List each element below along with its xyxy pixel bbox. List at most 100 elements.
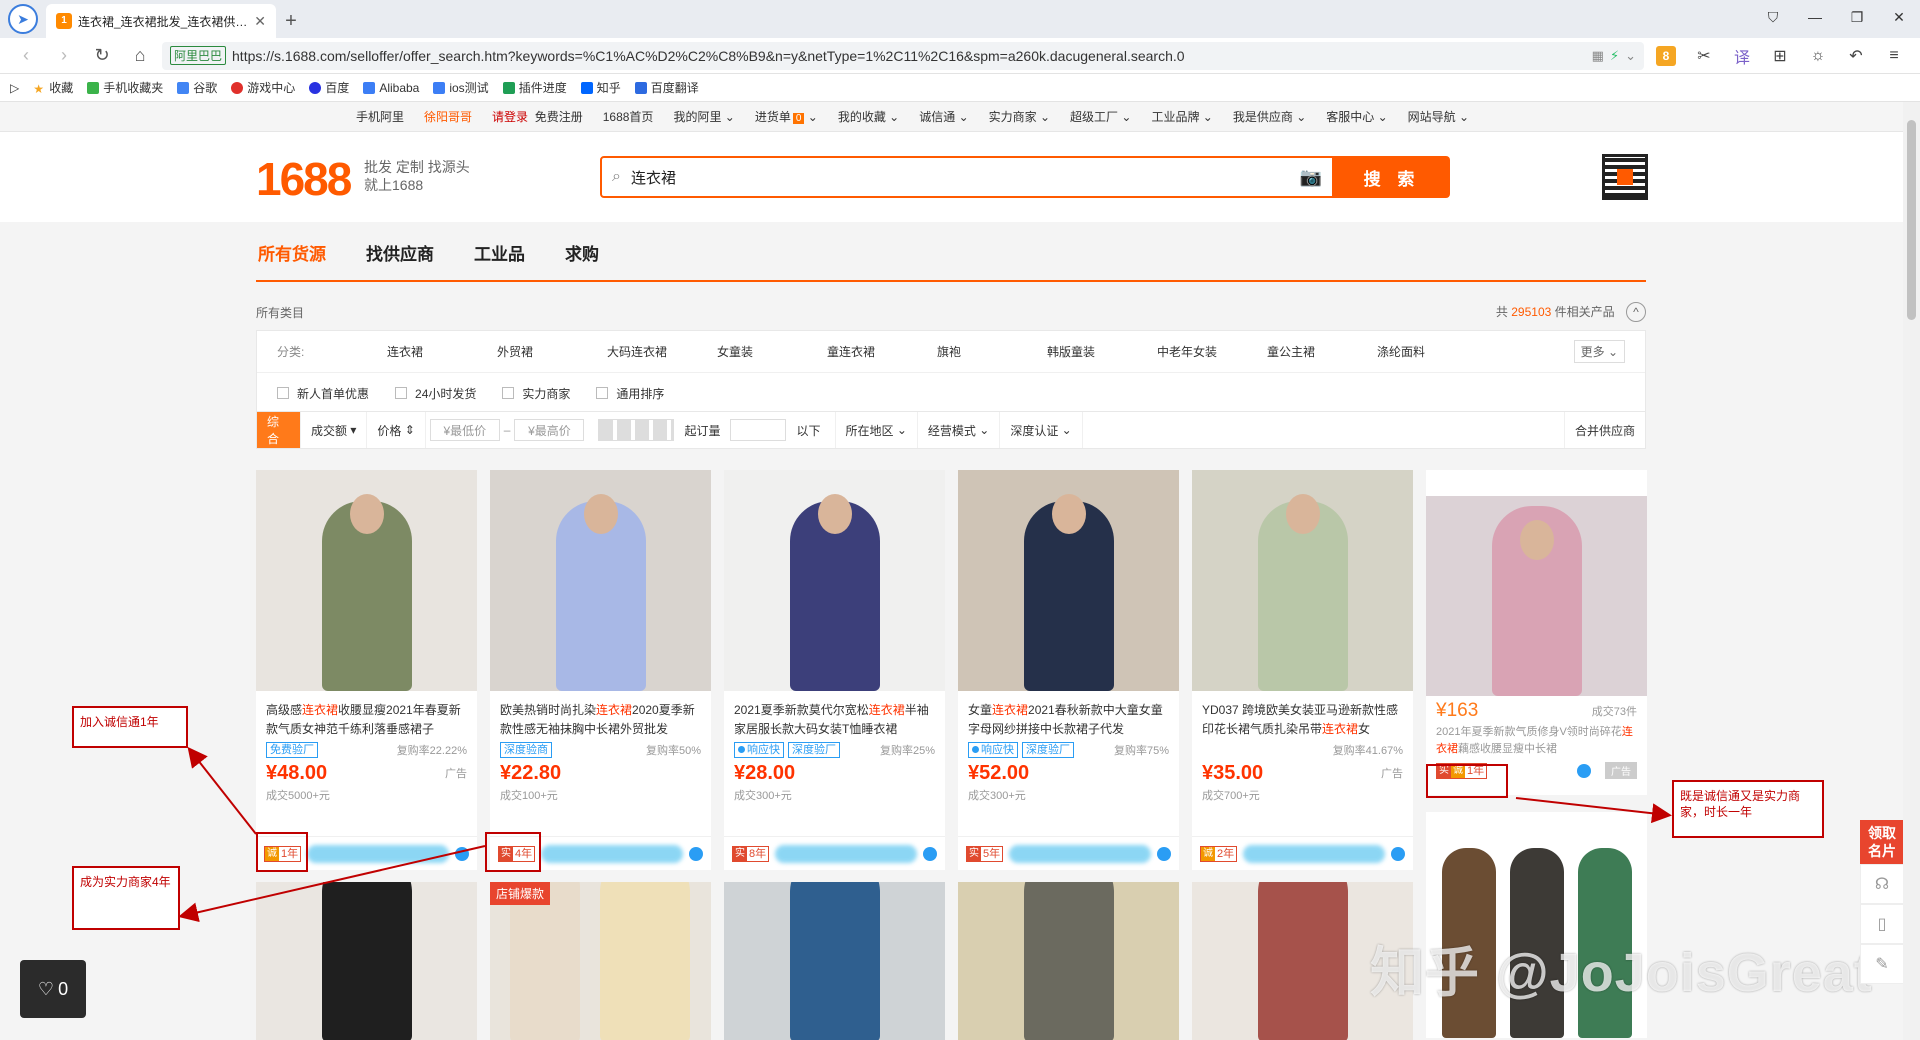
product-title[interactable]: 2021年夏季新款气质修身V领时尚碎花连衣裙藕感收腰显瘦中长裙 <box>1426 722 1647 758</box>
product-image[interactable] <box>256 882 477 1040</box>
category-item[interactable]: 童公主裙 <box>1267 343 1377 360</box>
headset-icon[interactable]: ☊ <box>1860 864 1904 904</box>
product-image[interactable] <box>724 470 945 691</box>
url-text[interactable]: https://s.1688.com/selloffer/offer_searc… <box>232 48 1586 64</box>
power-merchant-badge[interactable]: 实 5年 <box>966 845 1004 862</box>
like-button[interactable]: ♡ 0 <box>20 960 86 1018</box>
login-link[interactable]: 请登录 <box>492 110 528 124</box>
nav-chengxintong[interactable]: 诚信通 ⌄ <box>919 108 968 125</box>
nav-home[interactable]: 1688首页 <box>603 108 654 125</box>
checkbox-24h-ship[interactable]: 24小时发货 <box>395 385 476 402</box>
product-card[interactable] <box>724 882 945 1040</box>
tab-all-sources[interactable]: 所有货源 <box>256 240 328 265</box>
shirt-icon[interactable]: ⛉ <box>1752 0 1794 34</box>
sort-composite[interactable]: 综合 <box>257 412 301 448</box>
undo-icon[interactable]: ↶ <box>1840 41 1872 71</box>
product-card-ad[interactable]: ¥163 成交73件 2021年夏季新款气质修身V领时尚碎花连衣裙藕感收腰显瘦中长… <box>1426 470 1647 795</box>
product-title[interactable]: 高级感连衣裙收腰显瘦2021年春夏新款气质女神范千练利落垂感裙子 <box>256 691 477 739</box>
new-tab-button[interactable]: + <box>276 4 306 38</box>
nav-favorites[interactable]: 我的收藏 ⌄ <box>838 108 899 125</box>
mobile-ali-link[interactable]: 手机阿里 <box>356 108 404 125</box>
window-close-icon[interactable]: ✕ <box>1878 0 1920 34</box>
search-button[interactable]: 搜 索 <box>1334 156 1450 198</box>
bookmark-item[interactable]: 百度 <box>309 79 349 96</box>
bookmark-item[interactable]: 百度翻译 <box>634 79 699 96</box>
nav-supplier[interactable]: 我是供应商 ⌄ <box>1233 108 1306 125</box>
checkbox-general-sort[interactable]: 通用排序 <box>596 385 664 402</box>
nav-service[interactable]: 客服中心 ⌄ <box>1326 108 1387 125</box>
moq-input[interactable] <box>730 419 787 441</box>
bookmark-item[interactable]: 手机收藏夹 <box>87 79 163 96</box>
redacted-shop-name[interactable] <box>1009 844 1151 863</box>
product-card[interactable] <box>256 882 477 1040</box>
tab-industrial[interactable]: 工业品 <box>472 240 527 265</box>
phone-icon[interactable]: ▯ <box>1860 904 1904 944</box>
search-input[interactable] <box>630 168 1290 186</box>
redacted-shop-name[interactable] <box>775 844 917 863</box>
region-dropdown[interactable]: 所在地区 ⌄ <box>834 412 918 448</box>
back-icon[interactable]: ‹ <box>10 41 42 71</box>
wangwang-chat-icon[interactable] <box>1391 846 1405 861</box>
lightning-icon[interactable]: ⚡ <box>1610 48 1619 64</box>
camera-icon[interactable]: 📷 <box>1300 167 1322 188</box>
power-merchant-badge[interactable]: 实 8年 <box>732 845 770 862</box>
redacted-shop-name[interactable] <box>307 844 449 863</box>
merge-supplier-button[interactable]: 合并供应商 <box>1563 412 1645 448</box>
tag-badge[interactable]: 深度验商 <box>500 742 552 758</box>
get-card-button[interactable]: 领取名片 <box>1860 820 1904 864</box>
product-image[interactable] <box>958 882 1179 1040</box>
product-image[interactable]: 店铺爆款 <box>490 882 711 1040</box>
translate-icon[interactable]: 译 <box>1726 41 1758 71</box>
tab-close-icon[interactable]: ✕ <box>254 13 266 30</box>
feedback-icon[interactable]: ✎ <box>1860 944 1904 984</box>
product-title[interactable]: 女童连衣裙2021春秋新款中大童女童字母网纱拼接中长款裙子代发 <box>958 691 1179 739</box>
site-logo[interactable]: 1688 <box>256 152 352 206</box>
tag-badge[interactable]: 免费验厂 <box>266 742 318 758</box>
min-price-input[interactable]: ¥最低价 <box>429 419 500 441</box>
username-link[interactable]: 徐阳哥哥 <box>424 108 472 125</box>
product-image[interactable] <box>490 470 711 691</box>
all-categories-link[interactable]: 所有类目 <box>256 304 304 321</box>
collapse-filter-icon[interactable]: ^ <box>1626 302 1646 322</box>
scrollbar-thumb[interactable] <box>1907 120 1916 320</box>
url-input[interactable]: 阿里巴巴 https://s.1688.com/selloffer/offer_… <box>162 41 1644 70</box>
nav-cart[interactable]: 进货单 0 ⌄ <box>755 108 818 125</box>
tag-badge[interactable]: 响应快 <box>968 742 1018 758</box>
chengxintong-badge[interactable]: 诚 2年 <box>1200 845 1238 862</box>
business-mode-dropdown[interactable]: 经营模式 ⌄ <box>918 412 1001 448</box>
product-card[interactable]: 2021夏季新款莫代尔宽松连衣裙半袖家居服长款大码女装T恤睡衣裙 响应快 深度验厂… <box>724 470 945 870</box>
qr-icon[interactable]: ▦ <box>1592 48 1604 64</box>
sort-turnover[interactable]: 成交额 ▾ <box>301 412 368 448</box>
category-item[interactable]: 大码连衣裙 <box>607 343 717 360</box>
price-range-chart[interactable] <box>598 419 675 441</box>
browser-logo-icon[interactable]: ➤ <box>8 4 38 34</box>
category-item[interactable]: 中老年女装 <box>1157 343 1267 360</box>
redacted-shop-name[interactable] <box>1243 844 1385 863</box>
wangwang-chat-icon[interactable] <box>689 846 703 861</box>
scissors-icon[interactable]: ✂ <box>1688 41 1720 71</box>
category-item[interactable]: 旗袍 <box>937 343 1047 360</box>
product-card[interactable]: 女童连衣裙2021春秋新款中大童女童字母网纱拼接中长款裙子代发 响应快 深度验厂 复… <box>958 470 1179 870</box>
category-item[interactable]: 连衣裙 <box>387 343 497 360</box>
sidebar-toggle-icon[interactable]: ▷ <box>10 81 19 95</box>
category-item[interactable]: 女童装 <box>717 343 827 360</box>
apps-grid-icon[interactable]: ⊞ <box>1764 41 1796 71</box>
product-card[interactable] <box>958 882 1179 1040</box>
wangwang-chat-icon[interactable] <box>455 846 469 861</box>
wangwang-chat-icon[interactable] <box>923 846 937 861</box>
tab-purchase[interactable]: 求购 <box>563 240 601 265</box>
product-card[interactable]: 店铺爆款 <box>490 882 711 1040</box>
product-card[interactable]: 欧美热销时尚扎染连衣裙2020夏季新款性感无袖抹胸中长裙外贸批发 深度验商 复购率… <box>490 470 711 870</box>
bookmark-item[interactable]: 插件进度 <box>502 79 567 96</box>
forward-icon[interactable]: › <box>48 41 80 71</box>
menu-icon[interactable]: ≡ <box>1878 41 1910 71</box>
category-item[interactable]: 涤纶面料 <box>1377 343 1487 360</box>
product-image[interactable] <box>958 470 1179 691</box>
page-scrollbar[interactable] <box>1903 102 1920 1040</box>
nav-site-map[interactable]: 网站导航 ⌄ <box>1408 108 1469 125</box>
tag-badge[interactable]: 响应快 <box>734 742 784 758</box>
site-identity-badge[interactable]: 阿里巴巴 <box>170 46 227 65</box>
reload-icon[interactable]: ↻ <box>86 41 118 71</box>
nav-industrial-brand[interactable]: 工业品牌 ⌄ <box>1151 108 1212 125</box>
bookmark-item[interactable]: ★ 收藏 <box>33 79 73 96</box>
